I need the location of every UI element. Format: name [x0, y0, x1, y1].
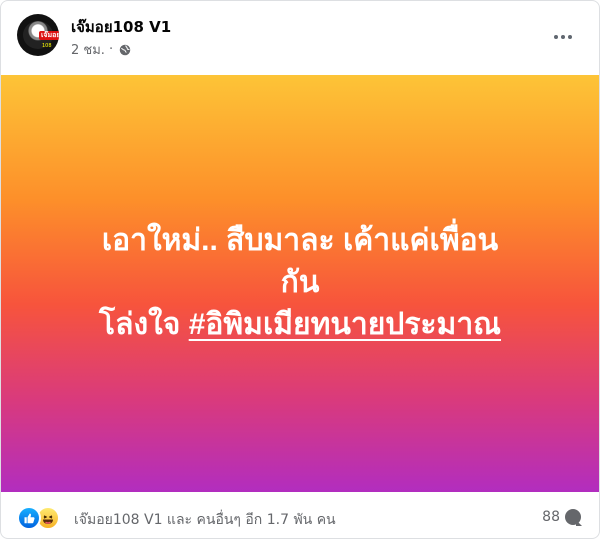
post-meta: 2 ชม. ·	[71, 39, 131, 60]
post-footer: เจ๊มอย108 V1 และ คนอื่นๆ อีก 1.7 พัน คน …	[1, 492, 599, 538]
comment-count-value: 88	[542, 509, 560, 525]
ellipsis-dot	[568, 35, 572, 39]
author-name[interactable]: เจ๊มอย108 V1	[71, 15, 171, 39]
ellipsis-icon	[554, 35, 558, 39]
hashtag-link[interactable]: #อิพิมเมียทนายประมาณ	[189, 308, 501, 341]
reaction-icons[interactable]	[17, 506, 60, 530]
more-options-button[interactable]	[545, 19, 581, 55]
avatar-label: เจ๊มอย	[39, 31, 59, 40]
post-text-prefix: โล่งใจ	[98, 307, 189, 341]
post-time[interactable]: 2 ชม.	[71, 39, 105, 60]
comment-count[interactable]: 88	[542, 509, 582, 526]
reaction-summary[interactable]: เจ๊มอย108 V1 และ คนอื่นๆ อีก 1.7 พัน คน	[74, 509, 336, 531]
comment-icon	[565, 509, 582, 526]
avatar[interactable]: เจ๊มอย 108	[17, 14, 59, 56]
post-text-line-2: กัน	[280, 265, 320, 299]
post-header: เจ๊มอย 108 เจ๊มอย108 V1 2 ชม. ·	[1, 1, 599, 75]
post-text-line-1: เอาใหม่.. สืบมาละ เค้าแค่เพื่อน	[101, 223, 499, 257]
globe-icon[interactable]	[119, 44, 131, 56]
post-text-line-3: โล่งใจ #อิพิมเมียทนายประมาณ	[40, 304, 560, 346]
like-icon	[17, 506, 41, 530]
text-post-background: เอาใหม่.. สืบมาละ เค้าแค่เพื่อน กัน โล่ง…	[1, 75, 599, 492]
ellipsis-dot	[561, 35, 565, 39]
post-card: เจ๊มอย 108 เจ๊มอย108 V1 2 ชม. · เอาใหม่.…	[0, 0, 600, 539]
post-text: เอาใหม่.. สืบมาละ เค้าแค่เพื่อน กัน โล่ง…	[40, 220, 560, 346]
avatar-sublabel: 108	[42, 43, 52, 49]
meta-separator: ·	[108, 42, 114, 57]
